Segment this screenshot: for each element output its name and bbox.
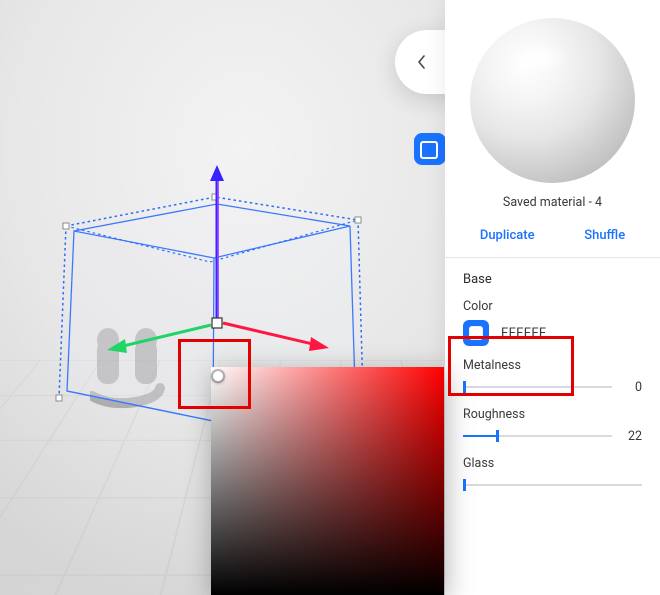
base-section: Base Color FFFFFF Metalness 0 Roughness xyxy=(445,258,660,493)
color-picker-cursor[interactable] xyxy=(212,370,224,382)
roughness-label: Roughness xyxy=(463,407,642,422)
metalness-prop: Metalness 0 xyxy=(463,358,642,395)
material-name: Saved material - 4 xyxy=(445,195,660,210)
color-picker[interactable] xyxy=(211,367,444,595)
tool-chip[interactable] xyxy=(414,133,446,165)
roughness-slider[interactable] xyxy=(463,428,612,444)
section-title-base: Base xyxy=(463,272,642,287)
metalness-value: 0 xyxy=(622,380,642,395)
color-label: Color xyxy=(463,299,642,314)
metalness-slider[interactable] xyxy=(463,379,612,395)
metalness-label: Metalness xyxy=(463,358,642,373)
roughness-value: 22 xyxy=(622,429,642,444)
material-preview-sphere xyxy=(470,18,635,183)
duplicate-button[interactable]: Duplicate xyxy=(480,228,535,243)
color-swatch-button[interactable] xyxy=(463,320,489,346)
color-prop: Color FFFFFF xyxy=(463,299,642,346)
material-panel: Saved material - 4 Duplicate Shuffle Bas… xyxy=(445,0,660,595)
color-picker-sv-plane[interactable] xyxy=(211,367,444,595)
glass-prop: Glass xyxy=(463,456,642,493)
shuffle-button[interactable]: Shuffle xyxy=(584,228,625,243)
glass-label: Glass xyxy=(463,456,642,471)
color-hex-value[interactable]: FFFFFF xyxy=(501,326,547,341)
roughness-prop: Roughness 22 xyxy=(463,407,642,444)
chevron-left-icon xyxy=(417,55,426,69)
glass-slider[interactable] xyxy=(463,477,642,493)
